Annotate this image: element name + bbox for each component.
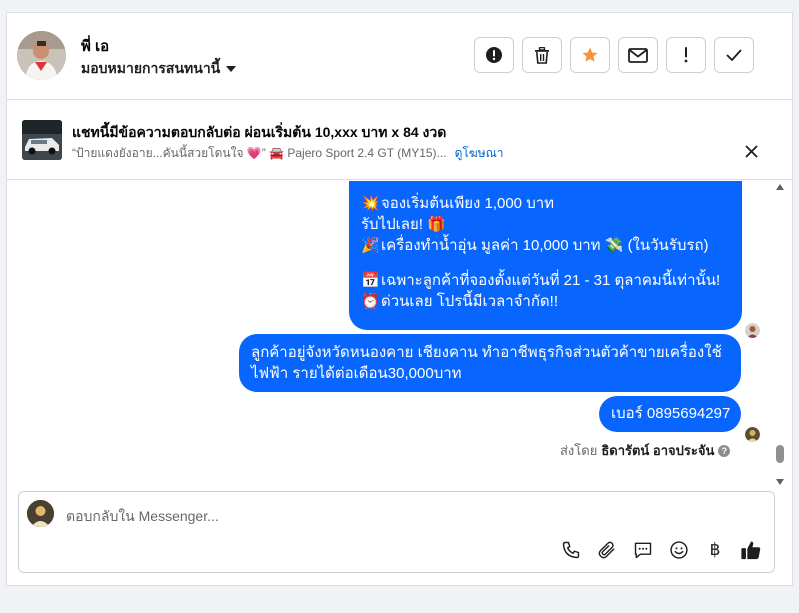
star-button[interactable] — [570, 37, 610, 73]
scroll-up-arrow-icon[interactable] — [776, 184, 784, 190]
scrollbar-thumb[interactable] — [776, 445, 784, 463]
sender-avatar-small — [745, 427, 760, 442]
alert-circle-icon — [486, 47, 502, 63]
assign-label: มอบหมายการสนทนานี้ — [81, 60, 221, 76]
mark-unread-button[interactable] — [618, 37, 658, 73]
caret-down-icon — [226, 66, 237, 72]
delete-button[interactable] — [522, 37, 562, 73]
reply-composer: ฿ — [18, 491, 775, 573]
paperclip-icon — [598, 541, 615, 559]
ad-title: แชทนี้มีข้อความตอบกลับต่อ ผ่อนเริ่มต้น 1… — [72, 124, 447, 140]
message-scrollbar[interactable] — [774, 181, 786, 491]
promo-line-4: 📅เฉพาะลูกค้าที่จองตั้งแต่วันที่ 21 - 31 … — [361, 272, 721, 289]
composer-tools: ฿ — [559, 538, 763, 562]
sender-avatar-small — [745, 323, 760, 338]
promo-line-2: รับไปเลย! 🎁 — [361, 216, 446, 233]
promo-line-5: ⏰ด่วนเลย โปรนี้มีเวลาจำกัด!! — [361, 293, 559, 310]
ad-subtitle: “ป้ายแดงยังอาย...คันนี้สวยโดนใจ 💗” 🚘 Paj… — [72, 144, 504, 163]
message-bubble-customer-info[interactable]: ลูกค้าอยู่จังหวัดหนองคาย เชียงคาน ทำอาชี… — [239, 334, 741, 392]
star-icon — [582, 47, 598, 62]
contact-avatar[interactable] — [17, 31, 66, 80]
message-list: 💥จองเริ่มต้นเพียง 1,000 บาท รับไปเลย! 🎁 … — [7, 181, 792, 491]
conversation-panel: พี่ เอ มอบหมายการสนทนานี้ แชทนี้มีข้อควา… — [6, 12, 794, 586]
conversation-header: พี่ เอ มอบหมายการสนทนานี้ — [7, 12, 792, 100]
view-ad-link[interactable]: ดูโฆษณา — [455, 144, 504, 163]
attach-button[interactable] — [595, 538, 619, 562]
scroll-down-arrow-icon[interactable] — [776, 479, 784, 485]
header-actions — [474, 37, 754, 73]
phone-icon — [562, 541, 580, 559]
ad-thumbnail[interactable] — [22, 120, 62, 160]
close-ad-button[interactable] — [740, 140, 762, 162]
agent-avatar — [27, 500, 54, 527]
exclamation-icon — [684, 47, 688, 63]
ad-subtitle-text: “ป้ายแดงยังอาย...คันนี้สวยโดนใจ 💗” 🚘 Paj… — [72, 146, 447, 160]
promo-line-3: 🎉เครื่องทำน้ำอุ่น มูลค่า 10,000 บาท 💸 (ใ… — [361, 237, 709, 254]
message-bubble-phone[interactable]: เบอร์ 0895694297 — [599, 396, 741, 432]
baht-icon: ฿ — [709, 540, 721, 560]
contact-name: พี่ เอ — [81, 38, 110, 55]
assign-conversation-dropdown[interactable]: มอบหมายการสนทนานี้ — [81, 58, 237, 80]
like-button[interactable] — [739, 538, 763, 562]
thumbs-up-icon — [741, 541, 761, 560]
message-bubble-promo[interactable]: 💥จองเริ่มต้นเพียง 1,000 บาท รับไปเลย! 🎁 … — [349, 181, 742, 330]
saved-reply-button[interactable] — [631, 538, 655, 562]
help-icon[interactable]: ? — [718, 444, 731, 457]
follow-up-button[interactable] — [666, 37, 706, 73]
sent-by-name: ธิดารัตน์ อาจประจัน — [601, 443, 715, 458]
mark-spam-button[interactable] — [474, 37, 514, 73]
sent-by-label: ส่งโดย ธิดารัตน์ อาจประจัน ? — [560, 440, 731, 461]
envelope-icon — [628, 47, 648, 63]
emoji-icon — [670, 541, 688, 559]
trash-icon — [535, 46, 549, 64]
close-icon — [744, 144, 758, 158]
check-icon — [726, 49, 742, 61]
saved-reply-icon — [634, 542, 652, 559]
emoji-button[interactable] — [667, 538, 691, 562]
payment-button[interactable]: ฿ — [703, 538, 727, 562]
reply-input[interactable] — [66, 506, 756, 526]
ad-reference-bar: แชทนี้มีข้อความตอบกลับต่อ ผ่อนเริ่มต้น 1… — [7, 100, 792, 180]
call-button[interactable] — [559, 538, 583, 562]
promo-line-1: 💥จองเริ่มต้นเพียง 1,000 บาท — [361, 195, 555, 212]
mark-done-button[interactable] — [714, 37, 754, 73]
